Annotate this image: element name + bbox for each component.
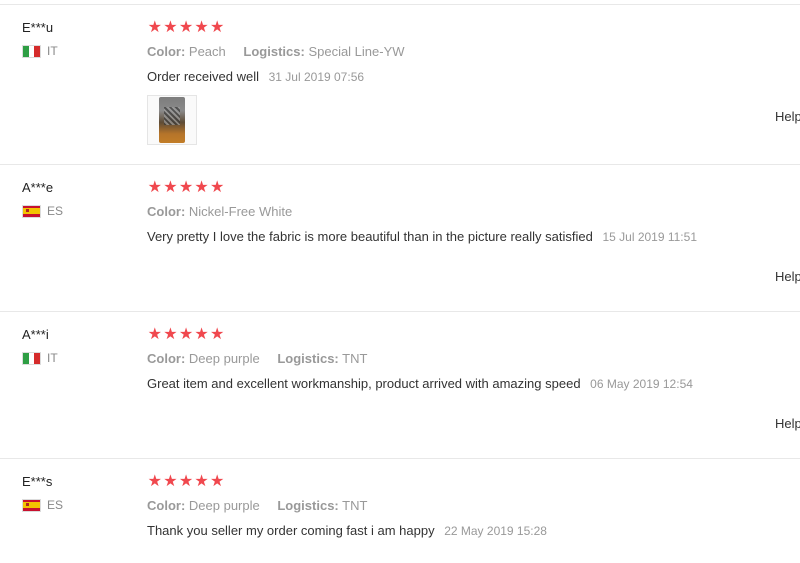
order-attributes: Color: Nickel-Free White	[147, 204, 697, 220]
italy-flag-icon	[22, 351, 41, 365]
star-icon: ★	[147, 326, 162, 343]
reviewer-country: ES	[22, 498, 63, 512]
top-divider	[0, 4, 800, 5]
review-content: ★ ★ ★ ★ ★ Color: Peach Logistics: Specia…	[147, 20, 405, 85]
italy-flag-icon	[22, 44, 41, 58]
logistics-label: Logistics:	[277, 498, 339, 513]
reviewer-country: IT	[22, 44, 58, 58]
star-icon: ★	[163, 326, 178, 343]
review-feedback: Great item and excellent workmanship, pr…	[147, 376, 693, 392]
star-icon: ★	[194, 19, 209, 36]
star-icon: ★	[210, 326, 225, 343]
review-date: 15 Jul 2019 11:51	[602, 230, 697, 244]
order-attributes: Color: Peach Logistics: Special Line-YW	[147, 44, 405, 60]
color-label: Color:	[147, 351, 186, 366]
review-photo-thumbnail[interactable]	[147, 95, 197, 145]
feedback-text: Thank you seller my order coming fast i …	[147, 523, 435, 538]
review-divider	[0, 311, 800, 312]
star-icon: ★	[178, 326, 194, 343]
star-icon: ★	[147, 19, 162, 36]
logistics-label: Logistics:	[243, 44, 305, 59]
reviewer-name: E***s	[22, 474, 53, 489]
star-icon: ★	[178, 179, 194, 196]
star-icon: ★	[194, 326, 209, 343]
reviewer-name: A***e	[22, 180, 54, 195]
spain-flag-icon	[22, 204, 41, 218]
star-icon: ★	[210, 179, 225, 196]
star-icon: ★	[163, 19, 178, 36]
review-item: E***u IT ★ ★ ★ ★ ★ Color: Peach Logistic…	[0, 20, 800, 165]
logistics-value: TNT	[342, 351, 368, 366]
reviewer-info: A***e ES	[22, 180, 63, 218]
reviewer-info: A***i IT	[22, 327, 58, 365]
review-divider	[0, 458, 800, 459]
spain-flag-icon	[22, 498, 41, 512]
feedback-text: Order received well	[147, 69, 259, 84]
country-code: IT	[47, 44, 58, 58]
color-label: Color:	[147, 204, 186, 219]
color-value: Deep purple	[188, 351, 260, 366]
order-attributes: Color: Deep purple Logistics: TNT	[147, 351, 693, 367]
review-date: 31 Jul 2019 07:56	[268, 70, 365, 84]
country-code: IT	[47, 351, 58, 365]
review-item: A***i IT ★ ★ ★ ★ ★ Color: Deep purple Lo…	[0, 327, 800, 459]
review-content: ★ ★ ★ ★ ★ Color: Deep purple Logistics: …	[147, 327, 693, 392]
star-rating: ★ ★ ★ ★ ★	[147, 474, 547, 490]
logistics-value: TNT	[342, 498, 368, 513]
review-photo	[159, 97, 185, 143]
color-label: Color:	[147, 44, 186, 59]
country-code: ES	[47, 204, 64, 218]
reviewer-info: E***u IT	[22, 20, 58, 58]
color-value: Nickel-Free White	[188, 204, 293, 219]
review-content: ★ ★ ★ ★ ★ Color: Nickel-Free White Very …	[147, 180, 697, 245]
star-icon: ★	[163, 179, 178, 196]
review-feedback: Very pretty I love the fabric is more be…	[147, 229, 697, 245]
star-icon: ★	[163, 473, 178, 490]
feedback-text: Very pretty I love the fabric is more be…	[147, 229, 593, 244]
reviewer-country: ES	[22, 204, 63, 218]
order-attributes: Color: Deep purple Logistics: TNT	[147, 498, 547, 514]
star-rating: ★ ★ ★ ★ ★	[147, 180, 697, 196]
review-feedback: Order received well 31 Jul 2019 07:56	[147, 69, 405, 85]
feedback-text: Great item and excellent workmanship, pr…	[147, 376, 581, 391]
star-icon: ★	[178, 19, 194, 36]
reviewer-name: A***i	[22, 327, 49, 342]
review-item: E***s ES ★ ★ ★ ★ ★ Color: Deep purple Lo…	[0, 474, 800, 563]
review-date: 06 May 2019 12:54	[590, 377, 693, 391]
reviewer-country: IT	[22, 351, 58, 365]
star-icon: ★	[147, 179, 162, 196]
logistics-label: Logistics:	[277, 351, 339, 366]
reviewer-info: E***s ES	[22, 474, 63, 512]
reviewer-name: E***u	[22, 20, 54, 35]
star-icon: ★	[194, 179, 209, 196]
review-date: 22 May 2019 15:28	[444, 524, 547, 538]
star-icon: ★	[210, 19, 225, 36]
color-label: Color:	[147, 498, 186, 513]
review-divider	[0, 164, 800, 165]
star-icon: ★	[194, 473, 209, 490]
star-icon: ★	[147, 473, 162, 490]
star-rating: ★ ★ ★ ★ ★	[147, 20, 405, 36]
review-content: ★ ★ ★ ★ ★ Color: Deep purple Logistics: …	[147, 474, 547, 539]
helpful-button[interactable]: Help	[775, 416, 800, 432]
color-value: Deep purple	[188, 498, 260, 513]
color-value: Peach	[188, 44, 226, 59]
review-feedback: Thank you seller my order coming fast i …	[147, 523, 547, 539]
star-icon: ★	[178, 473, 194, 490]
review-item: A***e ES ★ ★ ★ ★ ★ Color: Nickel-Free Wh…	[0, 180, 800, 312]
logistics-value: Special Line-YW	[308, 44, 405, 59]
helpful-button[interactable]: Help	[775, 109, 800, 125]
star-icon: ★	[210, 473, 225, 490]
star-rating: ★ ★ ★ ★ ★	[147, 327, 693, 343]
country-code: ES	[47, 498, 64, 512]
helpful-button[interactable]: Help	[775, 269, 800, 285]
